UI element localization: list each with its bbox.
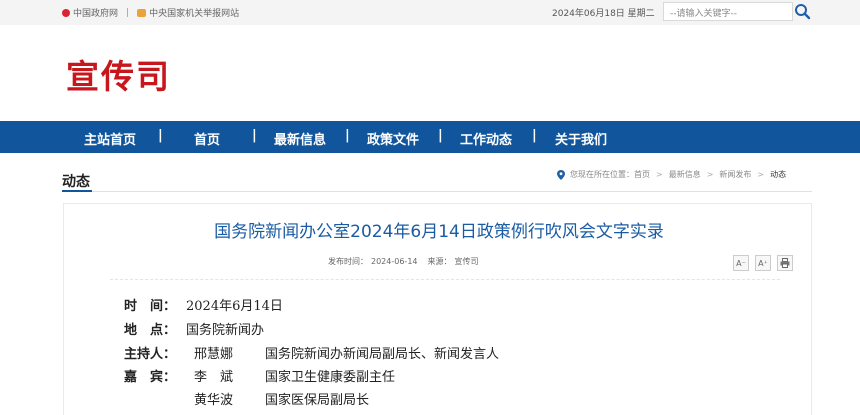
search-icon[interactable] — [793, 2, 812, 21]
meta-date: 2024-06-14 — [371, 257, 418, 266]
nav-separator: | — [438, 128, 443, 143]
row-label: 嘉 宾： — [124, 370, 177, 385]
nav-item-work-news[interactable]: 工作动态 — [460, 129, 512, 148]
row-value: 国务院新闻办 — [186, 323, 265, 338]
nav-item-main-home[interactable]: 主站首页 — [84, 129, 136, 148]
row-title: 国务院新闻办新闻局副局长、新闻发言人 — [265, 347, 500, 362]
breadcrumb-prefix: 您现在所在位置： — [570, 170, 634, 179]
print-button[interactable] — [777, 255, 793, 271]
font-decrease-button[interactable]: A⁻ — [733, 255, 749, 271]
location-pin-icon — [557, 169, 565, 180]
section-underline — [62, 190, 92, 192]
article-meta: 发布时间： 2024-06-14 来源： 宣传司 — [328, 256, 482, 267]
gov-portal-link[interactable]: 中国政府网 — [73, 6, 118, 19]
breadcrumb: 您现在所在位置： 首页 > 最新信息 > 新闻发布 > 动态 — [557, 169, 786, 180]
section-divider — [62, 191, 812, 192]
print-icon — [780, 258, 790, 268]
article-title: 国务院新闻办公室2024年6月14日政策例行吹风会文字实录 — [214, 222, 664, 242]
row-label: 时 间： — [124, 299, 177, 314]
nav-separator: | — [252, 128, 257, 143]
row-title: 国家卫生健康委副主任 — [265, 370, 396, 385]
nav-item-latest[interactable]: 最新信息 — [274, 129, 326, 148]
top-links: 中国政府网 | 中央国家机关举报网站 — [62, 6, 239, 19]
section-title: 动态 — [62, 174, 90, 190]
national-emblem-icon — [62, 8, 70, 17]
meta-source-label: 来源： — [427, 257, 452, 266]
meta-date-label: 发布时间： — [328, 257, 368, 266]
nav-item-policy[interactable]: 政策文件 — [367, 129, 419, 148]
meta-source: 宣传司 — [454, 257, 479, 266]
nav-item-about[interactable]: 关于我们 — [555, 129, 607, 148]
main-nav: 主站首页 | 首页 | 最新信息 | 政策文件 | 工作动态 | 关于我们 — [0, 121, 860, 153]
search-input[interactable]: --请输入关键字-- — [663, 2, 793, 21]
breadcrumb-item-current[interactable]: 动态 — [770, 169, 786, 180]
top-utility-bar: 中国政府网 | 中央国家机关举报网站 2024年06月18日 星期二 --请输入… — [0, 0, 860, 25]
row-label: 地 点： — [124, 323, 177, 338]
current-date: 2024年06月18日 星期二 — [552, 9, 655, 19]
top-divider: | — [126, 7, 130, 18]
breadcrumb-arrow: > — [757, 170, 765, 179]
report-site-link[interactable]: 中央国家机关举报网站 — [149, 6, 239, 19]
breadcrumb-arrow: > — [706, 170, 714, 179]
report-site-icon — [137, 8, 147, 17]
font-increase-button[interactable]: A⁺ — [755, 255, 771, 271]
row-name: 黄华波 — [194, 393, 234, 408]
breadcrumb-item-latest[interactable]: 最新信息 — [669, 169, 701, 180]
nav-separator: | — [532, 128, 537, 143]
row-name: 邢慧娜 — [194, 347, 234, 362]
row-title: 国家医保局副局长 — [265, 393, 370, 408]
breadcrumb-item-press[interactable]: 新闻发布 — [719, 169, 751, 180]
nav-separator: | — [158, 128, 163, 143]
row-name: 李 斌 — [194, 370, 234, 385]
breadcrumb-item-home[interactable]: 首页 — [634, 169, 650, 180]
row-label: 主持人： — [124, 347, 177, 362]
site-brand[interactable]: 宣传司 — [66, 50, 171, 98]
nav-separator: | — [345, 128, 350, 143]
nav-item-home[interactable]: 首页 — [194, 129, 220, 148]
breadcrumb-arrow: > — [656, 170, 663, 179]
meta-divider — [110, 279, 780, 280]
row-value: 2024年6月14日 — [186, 299, 283, 314]
